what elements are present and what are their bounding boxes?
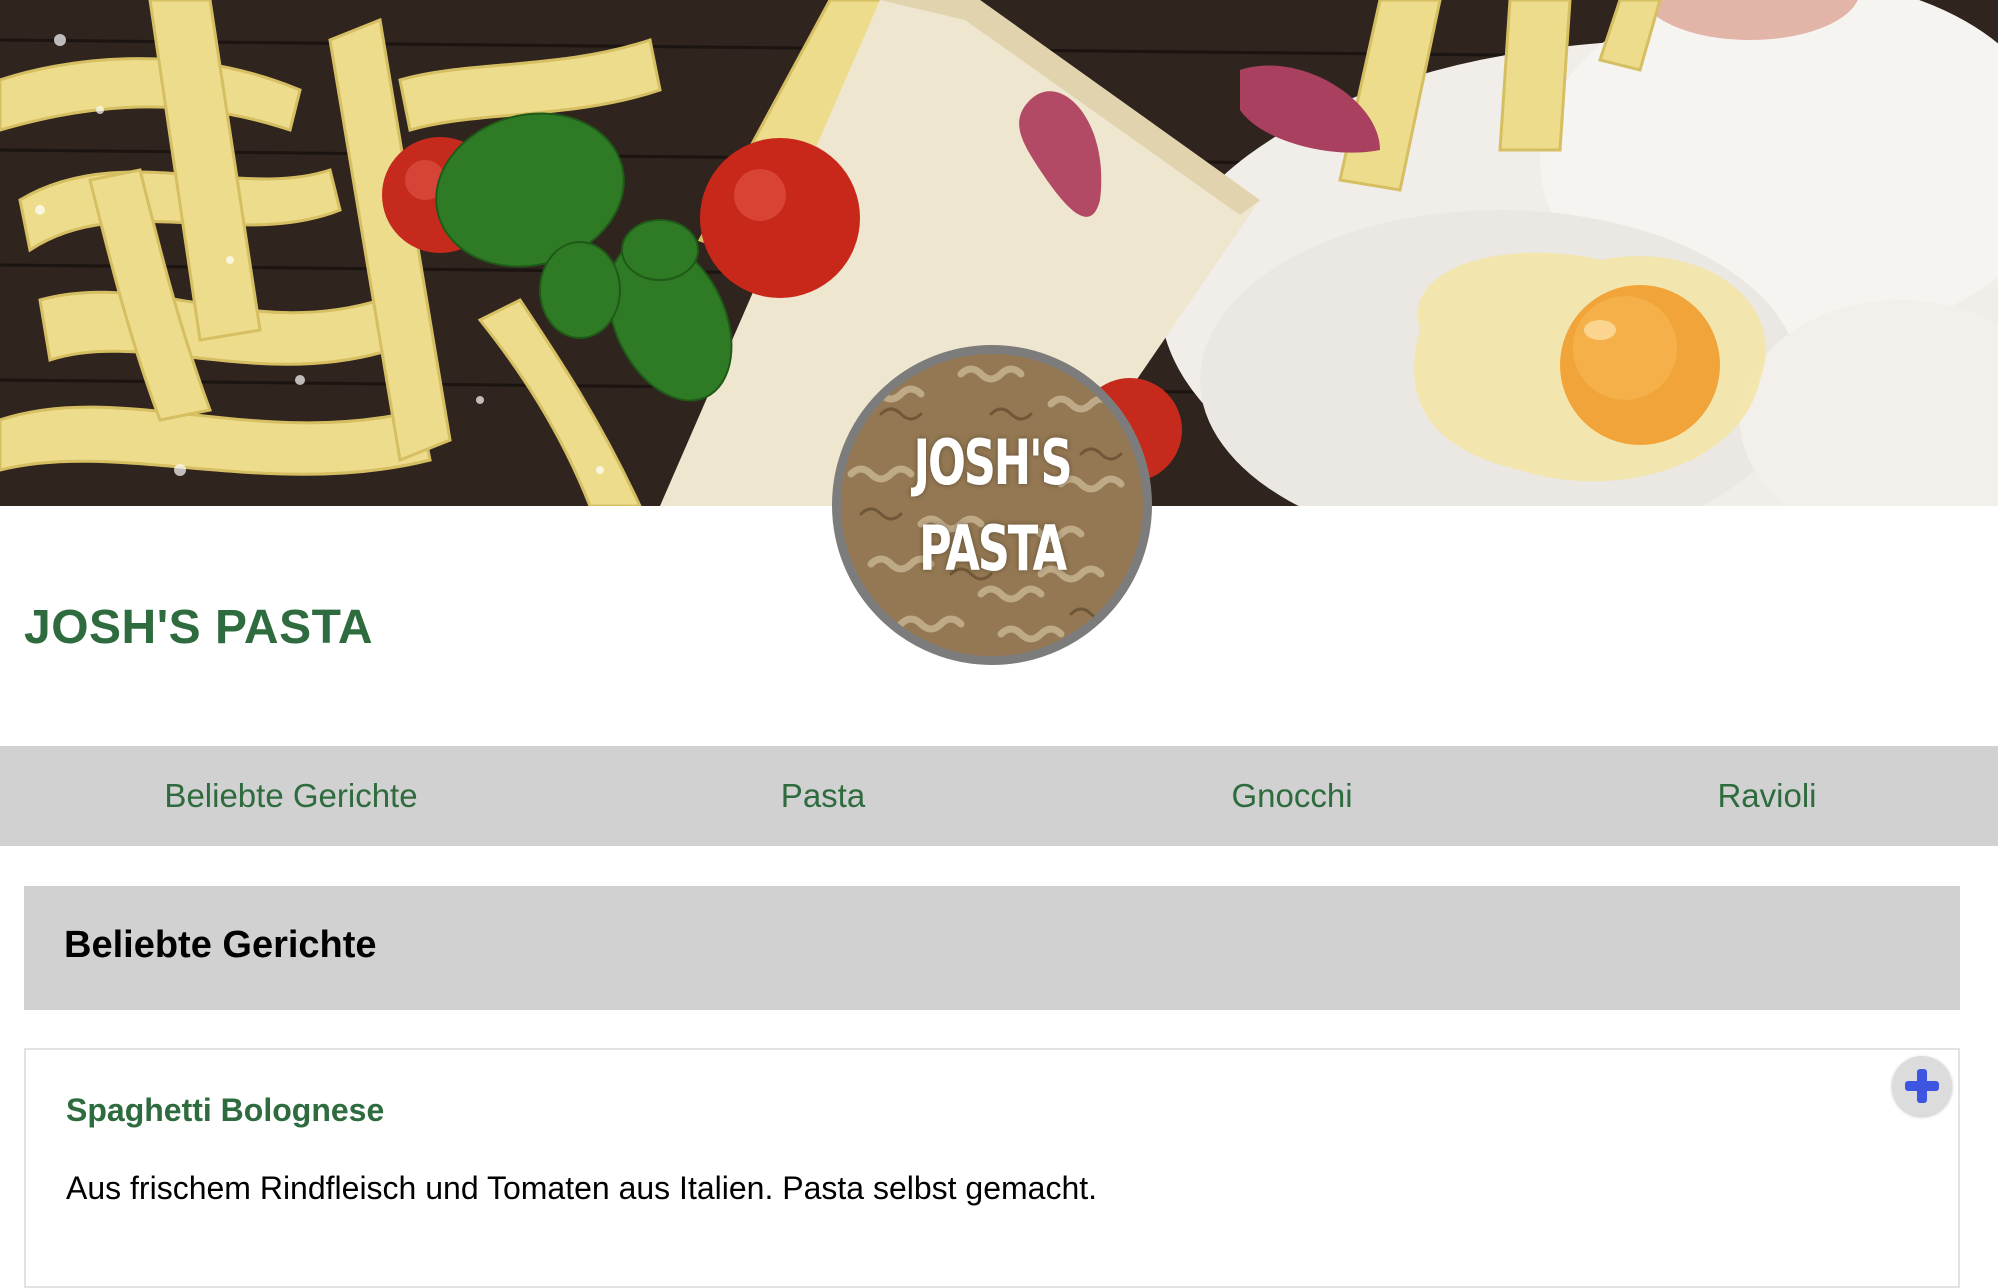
- site-title: JOSH'S PASTA: [24, 601, 374, 654]
- logo-text-line1: JOSH'S: [913, 426, 1073, 499]
- section-title: Beliebte Gerichte: [64, 924, 377, 966]
- nav-item-beliebte-gerichte[interactable]: Beliebte Gerichte: [164, 746, 417, 846]
- nav-item-pasta[interactable]: Pasta: [781, 746, 865, 846]
- main-nav: Beliebte Gerichte Pasta Gnocchi Ravioli: [0, 746, 1998, 846]
- nav-item-ravioli[interactable]: Ravioli: [1717, 746, 1816, 846]
- fusilli-texture: [841, 354, 1143, 656]
- logo-badge[interactable]: JOSH'S PASTA: [832, 345, 1152, 665]
- logo-text-line2: PASTA: [918, 512, 1067, 585]
- section-header: Beliebte Gerichte: [24, 886, 1960, 1010]
- nav-item-gnocchi[interactable]: Gnocchi: [1231, 746, 1352, 846]
- dish-description: Aus frischem Rindfleisch und Tomaten aus…: [66, 1170, 1098, 1206]
- add-to-cart-button[interactable]: [1892, 1056, 1952, 1116]
- dish-card: Spaghetti Bolognese Aus frischem Rindfle…: [24, 1048, 1960, 1288]
- dish-name: Spaghetti Bolognese: [66, 1092, 385, 1128]
